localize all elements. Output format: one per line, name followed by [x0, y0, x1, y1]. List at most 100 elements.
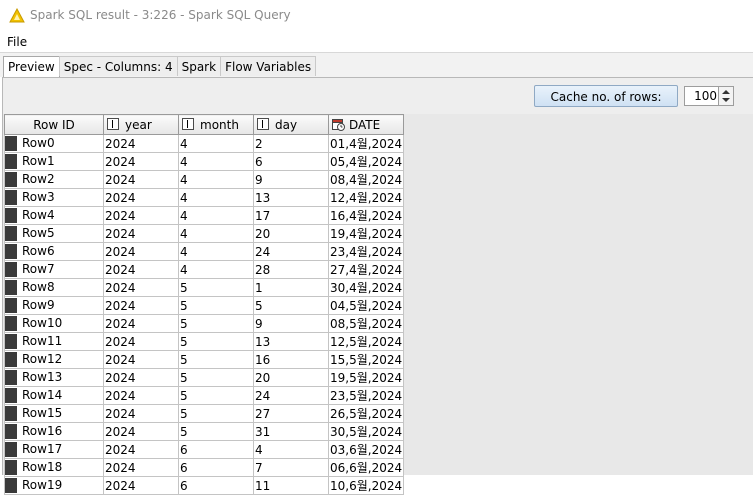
year-cell[interactable]: 2024	[103, 404, 179, 423]
month-cell[interactable]: 6	[178, 440, 254, 459]
month-cell[interactable]: 4	[178, 242, 254, 261]
month-cell[interactable]: 4	[178, 206, 254, 225]
table-row[interactable]: Row8 2024 5 1 30,4월,2024	[4, 278, 404, 297]
tab-spec[interactable]: Spec - Columns: 4	[58, 56, 178, 76]
row-id-cell[interactable]: Row15	[4, 404, 104, 423]
year-cell[interactable]: 2024	[103, 332, 179, 351]
row-id-cell[interactable]: Row10	[4, 314, 104, 333]
year-cell[interactable]: 2024	[103, 368, 179, 387]
row-id-cell[interactable]: Row1	[4, 152, 104, 171]
column-header-day[interactable]: day	[253, 114, 329, 135]
column-header-year[interactable]: year	[103, 114, 179, 135]
tab-flow-variables[interactable]: Flow Variables	[220, 56, 317, 76]
day-cell[interactable]: 4	[253, 440, 329, 459]
menu-file[interactable]: File	[7, 35, 27, 49]
day-cell[interactable]: 24	[253, 242, 329, 261]
date-cell[interactable]: 04,5월,2024	[328, 296, 404, 315]
month-cell[interactable]: 6	[178, 476, 254, 495]
month-cell[interactable]: 5	[178, 314, 254, 333]
month-cell[interactable]: 4	[178, 152, 254, 171]
month-cell[interactable]: 5	[178, 278, 254, 297]
year-cell[interactable]: 2024	[103, 170, 179, 189]
spin-up-icon[interactable]	[722, 90, 730, 94]
month-cell[interactable]: 5	[178, 296, 254, 315]
month-cell[interactable]: 4	[178, 224, 254, 243]
date-cell[interactable]: 27,4월,2024	[328, 260, 404, 279]
date-cell[interactable]: 30,4월,2024	[328, 278, 404, 297]
column-header-month[interactable]: month	[178, 114, 254, 135]
day-cell[interactable]: 13	[253, 332, 329, 351]
year-cell[interactable]: 2024	[103, 350, 179, 369]
date-cell[interactable]: 30,5월,2024	[328, 422, 404, 441]
table-row[interactable]: Row6 2024 4 24 23,4월,2024	[4, 242, 404, 261]
day-cell[interactable]: 6	[253, 152, 329, 171]
year-cell[interactable]: 2024	[103, 224, 179, 243]
table-row[interactable]: Row4 2024 4 17 16,4월,2024	[4, 206, 404, 225]
date-cell[interactable]: 12,5월,2024	[328, 332, 404, 351]
date-cell[interactable]: 12,4월,2024	[328, 188, 404, 207]
date-cell[interactable]: 23,5월,2024	[328, 386, 404, 405]
day-cell[interactable]: 9	[253, 170, 329, 189]
year-cell[interactable]: 2024	[103, 134, 179, 153]
row-id-cell[interactable]: Row2	[4, 170, 104, 189]
table-row[interactable]: Row14 2024 5 24 23,5월,2024	[4, 386, 404, 405]
spin-down-icon[interactable]	[722, 98, 730, 102]
date-cell[interactable]: 26,5월,2024	[328, 404, 404, 423]
year-cell[interactable]: 2024	[103, 152, 179, 171]
table-row[interactable]: Row1 2024 4 6 05,4월,2024	[4, 152, 404, 171]
table-row[interactable]: Row9 2024 5 5 04,5월,2024	[4, 296, 404, 315]
date-cell[interactable]: 03,6월,2024	[328, 440, 404, 459]
row-id-cell[interactable]: Row5	[4, 224, 104, 243]
table-row[interactable]: Row0 2024 4 2 01,4월,2024	[4, 134, 404, 153]
month-cell[interactable]: 5	[178, 422, 254, 441]
table-row[interactable]: Row15 2024 5 27 26,5월,2024	[4, 404, 404, 423]
day-cell[interactable]: 2	[253, 134, 329, 153]
day-cell[interactable]: 1	[253, 278, 329, 297]
day-cell[interactable]: 17	[253, 206, 329, 225]
day-cell[interactable]: 16	[253, 350, 329, 369]
row-id-cell[interactable]: Row0	[4, 134, 104, 153]
table-row[interactable]: Row10 2024 5 9 08,5월,2024	[4, 314, 404, 333]
row-id-cell[interactable]: Row11	[4, 332, 104, 351]
cache-rows-spinner[interactable]: 100	[684, 86, 734, 106]
year-cell[interactable]: 2024	[103, 476, 179, 495]
row-id-cell[interactable]: Row9	[4, 296, 104, 315]
row-id-cell[interactable]: Row6	[4, 242, 104, 261]
day-cell[interactable]: 9	[253, 314, 329, 333]
date-cell[interactable]: 08,4월,2024	[328, 170, 404, 189]
row-id-cell[interactable]: Row16	[4, 422, 104, 441]
date-cell[interactable]: 05,4월,2024	[328, 152, 404, 171]
row-id-cell[interactable]: Row14	[4, 386, 104, 405]
date-cell[interactable]: 01,4월,2024	[328, 134, 404, 153]
month-cell[interactable]: 4	[178, 188, 254, 207]
date-cell[interactable]: 16,4월,2024	[328, 206, 404, 225]
date-cell[interactable]: 19,4월,2024	[328, 224, 404, 243]
day-cell[interactable]: 11	[253, 476, 329, 495]
year-cell[interactable]: 2024	[103, 278, 179, 297]
year-cell[interactable]: 2024	[103, 440, 179, 459]
table-row[interactable]: Row19 2024 6 11 10,6월,2024	[4, 476, 404, 495]
year-cell[interactable]: 2024	[103, 314, 179, 333]
year-cell[interactable]: 2024	[103, 296, 179, 315]
table-row[interactable]: Row16 2024 5 31 30,5월,2024	[4, 422, 404, 441]
month-cell[interactable]: 5	[178, 386, 254, 405]
row-id-cell[interactable]: Row7	[4, 260, 104, 279]
day-cell[interactable]: 13	[253, 188, 329, 207]
year-cell[interactable]: 2024	[103, 422, 179, 441]
day-cell[interactable]: 27	[253, 404, 329, 423]
day-cell[interactable]: 20	[253, 368, 329, 387]
cache-rows-button[interactable]: Cache no. of rows:	[534, 85, 678, 107]
row-id-cell[interactable]: Row12	[4, 350, 104, 369]
row-id-cell[interactable]: Row13	[4, 368, 104, 387]
year-cell[interactable]: 2024	[103, 206, 179, 225]
tab-preview[interactable]: Preview	[3, 56, 60, 77]
tab-spark[interactable]: Spark	[176, 56, 222, 76]
day-cell[interactable]: 28	[253, 260, 329, 279]
row-id-cell[interactable]: Row4	[4, 206, 104, 225]
date-cell[interactable]: 15,5월,2024	[328, 350, 404, 369]
year-cell[interactable]: 2024	[103, 386, 179, 405]
row-id-cell[interactable]: Row17	[4, 440, 104, 459]
day-cell[interactable]: 24	[253, 386, 329, 405]
day-cell[interactable]: 5	[253, 296, 329, 315]
table-row[interactable]: Row5 2024 4 20 19,4월,2024	[4, 224, 404, 243]
